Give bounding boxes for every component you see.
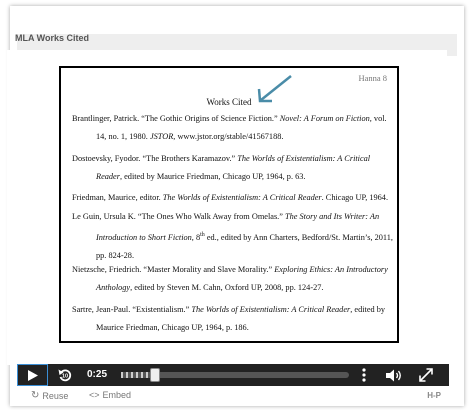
volume-icon <box>385 369 401 381</box>
reuse-icon: ↻ <box>31 390 40 401</box>
play-icon <box>27 369 38 381</box>
embed-button[interactable]: <> Embed <box>89 390 131 400</box>
seek-handle[interactable] <box>150 368 160 382</box>
more-options-button[interactable] <box>357 364 371 386</box>
rewind-button[interactable]: 10 <box>55 364 75 386</box>
more-options-icon <box>362 368 366 382</box>
current-time: 0:25 <box>87 369 108 380</box>
h5p-logo: H-P <box>427 391 441 400</box>
rewind-icon: 10 <box>58 369 72 382</box>
content-title: MLA Works Cited <box>15 33 90 43</box>
citation-friedman: Friedman, Maurice, editor. The Worlds of… <box>72 193 389 202</box>
reuse-label: Reuse <box>42 390 69 401</box>
citation-brantlinger: Brantlinger, Patrick. “The Gothic Origin… <box>72 114 387 141</box>
embed-label: Embed <box>102 390 132 400</box>
video-controls: 10 0:25 <box>17 364 449 386</box>
citation-sartre: Sartre, Jean-Paul. “Existentialism.” The… <box>72 305 386 332</box>
volume-button[interactable] <box>383 364 405 386</box>
page-number: Hanna 8 <box>358 73 387 83</box>
citation-nietzsche: Nietzsche, Friedrich. “Master Morality a… <box>72 265 388 292</box>
reuse-button[interactable]: ↻ Reuse <box>31 390 68 401</box>
footer: ↻ Reuse <> Embed H-P <box>17 388 449 404</box>
works-cited-page: Hanna 8 Works Cited Brantlinger, Patrick… <box>59 66 399 343</box>
works-cited-title: Works Cited <box>206 97 252 107</box>
play-button[interactable] <box>17 364 48 386</box>
embed-icon: <> <box>89 390 100 400</box>
fullscreen-button[interactable] <box>415 364 437 386</box>
citation-dostoevsky: Dostoevsky, Fyodor. “The Brothers Karama… <box>72 154 371 181</box>
svg-text:10: 10 <box>62 374 68 380</box>
citation-le-guin: Le Guin, Ursula K. “The Ones Who Walk Aw… <box>72 212 393 260</box>
fullscreen-icon <box>419 368 433 382</box>
